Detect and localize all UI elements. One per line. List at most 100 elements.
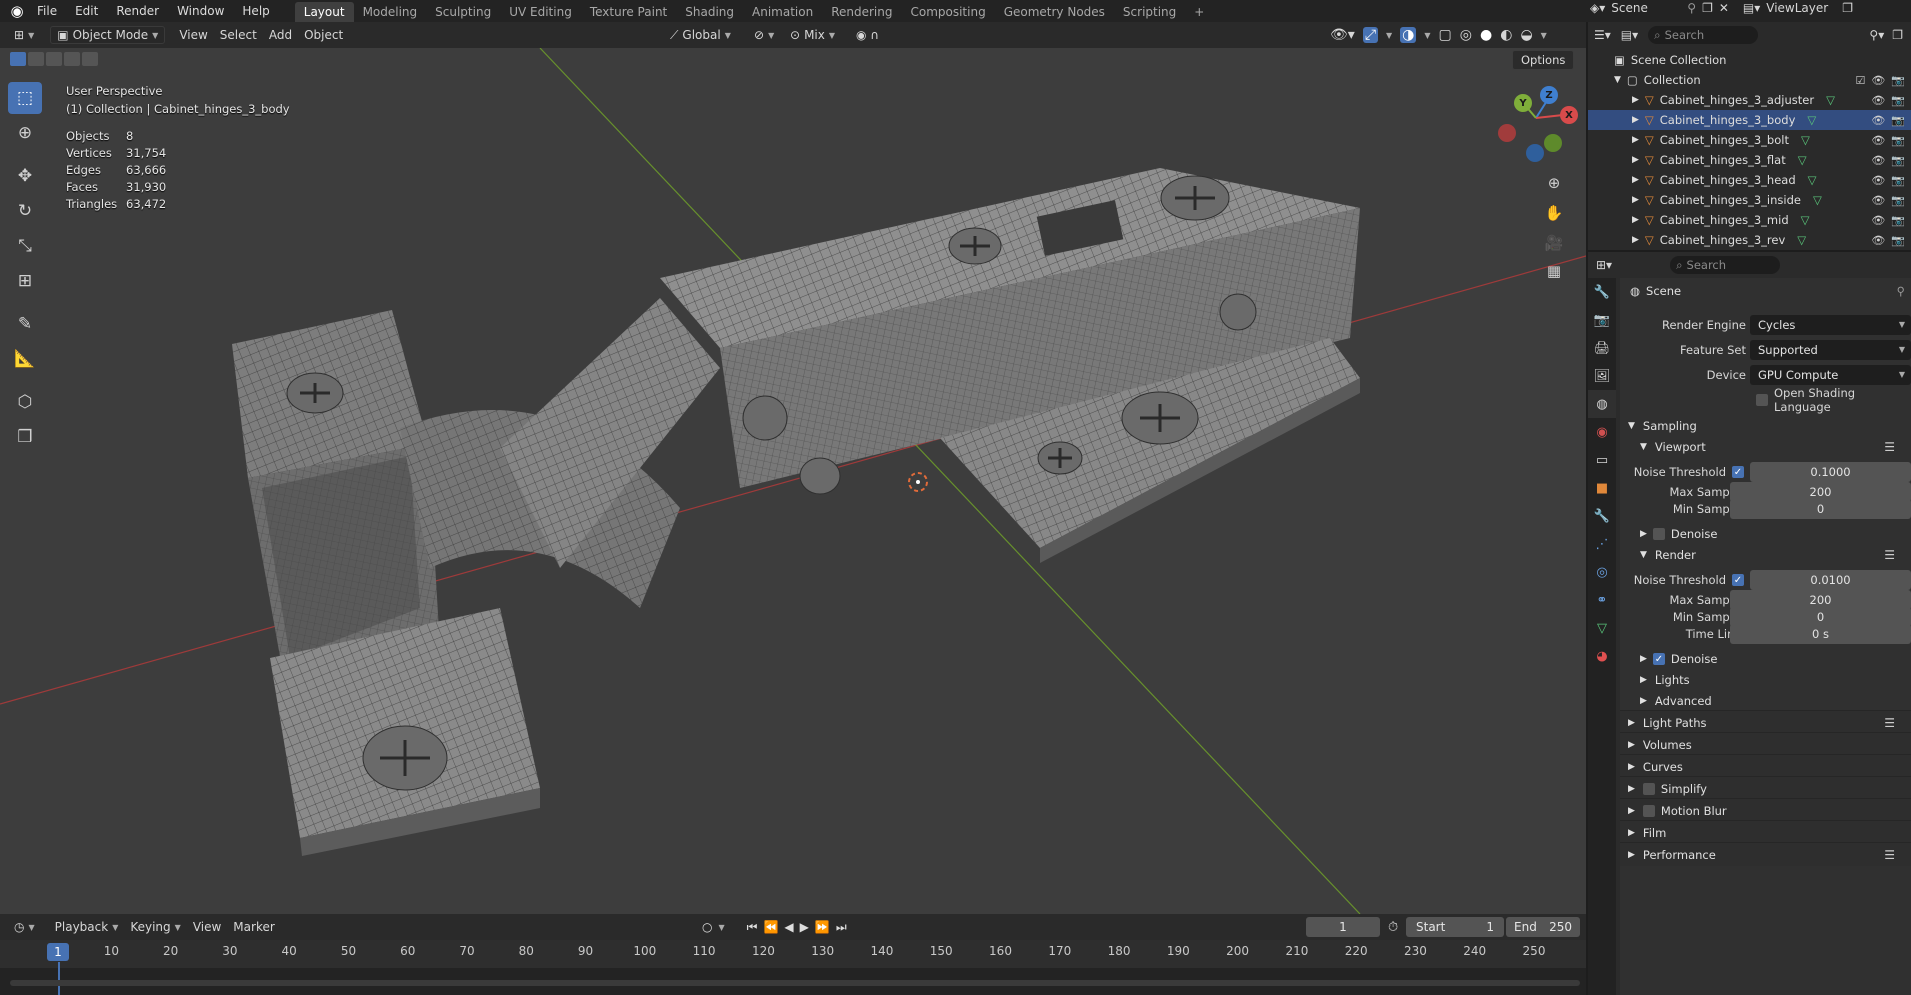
gizmo-toggle-icon[interactable]: ⤢	[1362, 27, 1379, 43]
outliner-object-row[interactable]: ▶ ▽ Cabinet_hinges_3_rev ▽ 👁 📷	[1588, 230, 1911, 250]
menu-render[interactable]: Render	[107, 0, 168, 22]
vp-noise-checkbox[interactable]: ✓	[1732, 466, 1744, 478]
keying-menu[interactable]: Keying ▼	[124, 918, 186, 936]
vp-min-field[interactable]: 0	[1730, 499, 1911, 519]
jump-start-icon[interactable]: ⏮	[747, 920, 758, 935]
tool-tab-icon[interactable]: 🔧	[1588, 278, 1616, 306]
transform-tool-icon[interactable]: ⊞	[8, 265, 42, 297]
stopwatch-icon[interactable]: ⏱	[1388, 920, 1398, 935]
tab-scripting[interactable]: Scripting	[1114, 2, 1185, 22]
output-tab-icon[interactable]: 🖨	[1588, 334, 1616, 362]
outliner-object-row[interactable]: ▶ ▽ Cabinet_hinges_3_adjuster ▽ 👁 📷	[1588, 90, 1911, 110]
lights-subsection[interactable]: ▶ Lights	[1620, 669, 1911, 691]
camera-icon[interactable]: 📷	[1891, 154, 1905, 167]
camera-icon[interactable]: 📷	[1891, 234, 1905, 247]
gizmo-neg-z-icon[interactable]	[1526, 144, 1544, 162]
3d-viewport[interactable]: Options User Perspective (1) Collection …	[0, 48, 1586, 914]
shading-options-icon[interactable]: ▼	[1541, 31, 1547, 40]
tab-compositing[interactable]: Compositing	[901, 2, 994, 22]
camera-icon[interactable]: 📷	[1891, 194, 1905, 207]
material-shading-icon[interactable]: ◐	[1500, 27, 1512, 43]
camera-icon[interactable]: 📷	[1891, 134, 1905, 147]
blender-logo-icon[interactable]: ◉	[6, 0, 28, 22]
annotate-tool-icon[interactable]: ✎	[8, 308, 42, 340]
gizmo-z-icon[interactable]: Z	[1540, 86, 1558, 104]
menu-window[interactable]: Window	[168, 0, 233, 22]
camera-icon[interactable]: 📷	[1891, 214, 1905, 227]
end-frame-field[interactable]: End 250	[1506, 917, 1580, 937]
eye-icon[interactable]: 👁	[1871, 74, 1885, 87]
proportional-edit-icon[interactable]: ◉ ∩	[850, 26, 885, 44]
outliner-editor-icon[interactable]: ☰▾	[1594, 28, 1611, 42]
solid-shading-icon[interactable]: ●	[1480, 27, 1492, 43]
visibility-icon[interactable]: 👁▾	[1330, 27, 1355, 43]
eye-icon[interactable]: 👁	[1871, 114, 1885, 127]
viewport-presets-icon[interactable]: ☰	[1884, 440, 1895, 454]
camera-icon[interactable]: 📷	[1891, 174, 1905, 187]
outliner-object-row[interactable]: ▶ ▽ Cabinet_hinges_3_flat ▽ 👁 📷	[1588, 150, 1911, 170]
render-presets-icon[interactable]: ☰	[1884, 548, 1895, 562]
expand-object-icon[interactable]: ▶	[1632, 215, 1639, 225]
select-intersect-icon[interactable]	[82, 52, 98, 66]
xray-icon[interactable]: ▢	[1439, 27, 1452, 43]
camera-icon[interactable]: 📷	[1891, 74, 1905, 87]
expand-object-icon[interactable]: ▶	[1632, 175, 1639, 185]
timeline-ruler[interactable]: 1 10 20 30 40 50 60 70 80 90 100 110 120 130 140 150 160…	[0, 940, 1586, 968]
gizmo-neg-x-icon[interactable]	[1498, 124, 1516, 142]
camera-icon[interactable]: 📷	[1891, 94, 1905, 107]
expand-object-icon[interactable]: ▶	[1632, 195, 1639, 205]
menu-view[interactable]: View	[173, 26, 213, 44]
advanced-subsection[interactable]: ▶ Advanced	[1620, 690, 1911, 712]
section-light-paths[interactable]: ▶ Light Paths ☰	[1620, 710, 1911, 734]
viewport-subsection[interactable]: ▼ Viewport ☰	[1620, 436, 1911, 458]
menu-edit[interactable]: Edit	[66, 0, 107, 22]
play-reverse-icon[interactable]: ◀	[784, 920, 793, 934]
new-scene-icon[interactable]: ❐	[1702, 1, 1713, 15]
pan-hand-icon[interactable]: ✋	[1541, 200, 1567, 226]
scale-tool-icon[interactable]: ⤡	[8, 230, 42, 262]
playback-menu[interactable]: Playback ▼	[49, 918, 125, 936]
measure-tool-icon[interactable]: 📐	[8, 343, 42, 375]
eye-icon[interactable]: 👁	[1871, 154, 1885, 167]
tab-rendering[interactable]: Rendering	[822, 2, 901, 22]
properties-search-input[interactable]: ⌕ Search	[1670, 256, 1781, 274]
section-film[interactable]: ▶ Film	[1620, 820, 1911, 844]
render-tab-icon[interactable]: 📷	[1588, 306, 1616, 334]
tab-sculpting[interactable]: Sculpting	[426, 2, 500, 22]
section-motion-blur[interactable]: ▶ Motion Blur	[1620, 798, 1911, 822]
auto-keying-icon[interactable]: ○	[702, 920, 712, 934]
vp-noise-field[interactable]: 0.1000	[1750, 462, 1911, 482]
data-tab-icon[interactable]: ▽	[1588, 614, 1616, 642]
rendered-shading-icon[interactable]: ◒	[1520, 27, 1532, 43]
scene-collection-row[interactable]: ▣ Scene Collection	[1588, 50, 1911, 70]
sampling-section[interactable]: ▼ Sampling	[1620, 415, 1911, 437]
pin-context-icon[interactable]: ⚲	[1897, 284, 1905, 298]
editor-type-button[interactable]: ⊞ ▼	[8, 26, 40, 44]
navigation-gizmo[interactable]: Z X Y ⊕ ✋ 🎥 ▦	[1490, 86, 1580, 348]
outliner-object-row[interactable]: ▶ ▽ Cabinet_hinges_3_mid ▽ 👁 📷	[1588, 210, 1911, 230]
r-time-field[interactable]: 0 s	[1730, 624, 1911, 644]
menu-add[interactable]: Add	[263, 26, 298, 44]
wireframe-shading-icon[interactable]: ◎	[1460, 27, 1472, 43]
pin-icon[interactable]: ⚲	[1687, 1, 1696, 15]
tab-geometry-nodes[interactable]: Geometry Nodes	[995, 2, 1114, 22]
current-frame-marker[interactable]: 1	[47, 943, 69, 961]
r-denoise-subsection[interactable]: ▶ ✓ Denoise	[1620, 648, 1911, 670]
ortho-grid-icon[interactable]: ▦	[1541, 258, 1567, 284]
select-box-new-icon[interactable]	[10, 52, 26, 66]
eye-icon[interactable]: 👁	[1871, 94, 1885, 107]
collection-tab-icon[interactable]: ▭	[1588, 446, 1616, 474]
tab-animation[interactable]: Animation	[743, 2, 822, 22]
play-icon[interactable]: ▶	[800, 920, 809, 934]
scene-icon[interactable]: ◈▾	[1590, 1, 1605, 15]
rotate-tool-icon[interactable]: ↻	[8, 195, 42, 227]
modifier-tab-icon[interactable]: 🔧	[1588, 502, 1616, 530]
add-object-tool-icon[interactable]: ❒	[8, 421, 42, 453]
outliner-search-input[interactable]: ⌕ Search	[1648, 26, 1759, 44]
pivot-dropdown[interactable]: ⊘ ▼	[748, 26, 780, 44]
scene-tab-icon[interactable]: ◍	[1588, 390, 1616, 418]
device-dropdown[interactable]: GPU Compute ▼	[1750, 365, 1911, 385]
new-collection-icon[interactable]: ❐	[1892, 28, 1903, 42]
r-denoise-checkbox[interactable]: ✓	[1652, 653, 1665, 665]
select-box-tool-icon[interactable]: ⬚	[8, 82, 42, 114]
